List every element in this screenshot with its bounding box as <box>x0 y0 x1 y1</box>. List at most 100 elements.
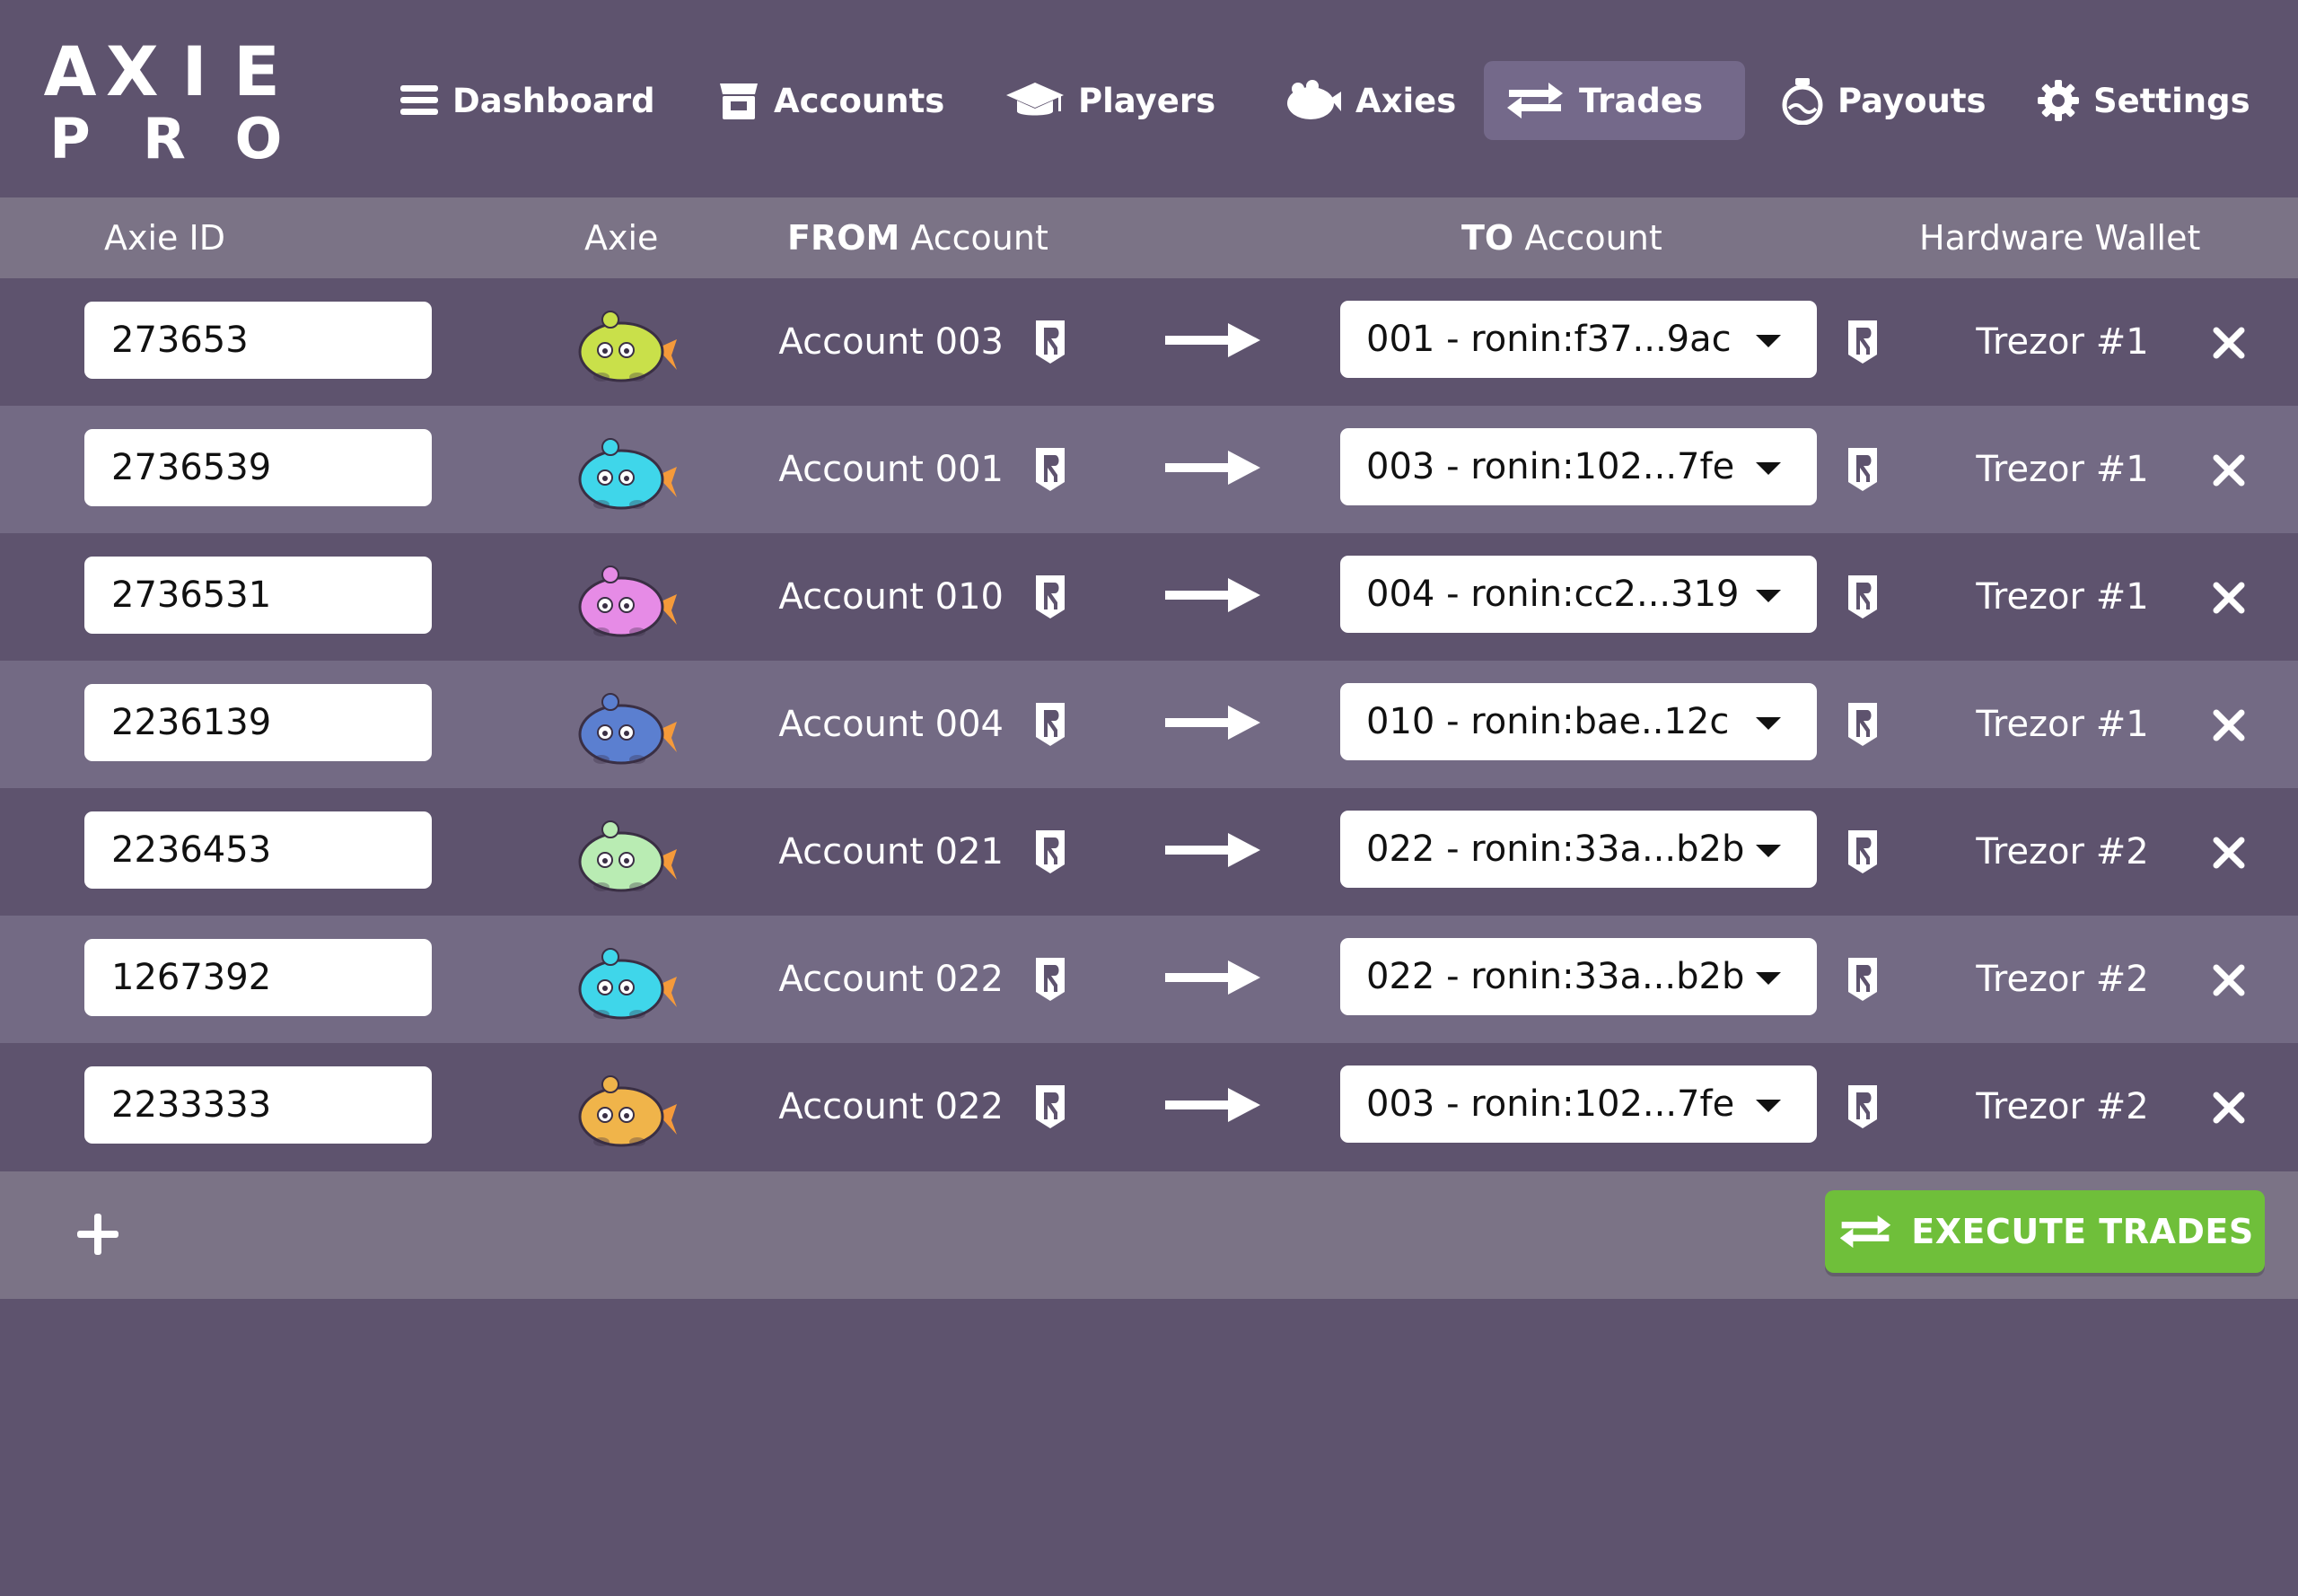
to-account-value: 010 - ronin:bae..12c <box>1366 701 1730 742</box>
to-account-select[interactable]: 022 - ronin:33a...b2b <box>1340 811 1817 888</box>
trade-row: 2236453 Account 021 022 - ronin:33a...b2… <box>0 788 2298 916</box>
close-icon[interactable] <box>2211 580 2247 616</box>
table-footer: EXECUTE TRADES <box>0 1171 2298 1299</box>
to-account-select[interactable]: 003 - ronin:102...7fe <box>1340 428 1817 505</box>
hardware-wallet-label: Trezor #1 <box>1976 576 2149 618</box>
close-icon[interactable] <box>2211 1090 2247 1126</box>
header-axie: Axie <box>584 218 659 258</box>
trade-row: 2233333 Account 022 003 - ronin:102...7f… <box>0 1043 2298 1171</box>
ronin-wallet-icon <box>1848 1085 1877 1128</box>
arrow-right-icon <box>1165 578 1260 612</box>
store-icon <box>720 83 758 119</box>
chevron-down-icon <box>1756 335 1781 347</box>
close-icon[interactable] <box>2211 835 2247 871</box>
menu-icon <box>400 85 438 115</box>
ronin-wallet-icon <box>1036 830 1065 873</box>
ronin-wallet-icon <box>1036 320 1065 364</box>
nav-settings[interactable]: Settings <box>2016 61 2270 140</box>
hardware-wallet-label: Trezor #1 <box>1976 449 2149 490</box>
from-account-label: Account 001 <box>778 449 1004 490</box>
trade-row: 2736531 Account 010 004 - ronin:cc2...31… <box>0 533 2298 661</box>
header-hardware-wallet: Hardware Wallet <box>1919 218 2201 258</box>
swap-arrows-icon <box>1507 83 1563 118</box>
axie-id-input[interactable]: 1267392 <box>84 939 432 1016</box>
logo-line-2: P R O <box>49 106 283 171</box>
to-account-select[interactable]: 004 - ronin:cc2...319 <box>1340 556 1817 633</box>
arrow-right-icon <box>1165 833 1260 867</box>
to-account-value: 001 - ronin:f37...9ac <box>1366 319 1732 360</box>
ronin-wallet-icon <box>1036 958 1065 1001</box>
to-account-select[interactable]: 003 - ronin:102...7fe <box>1340 1065 1817 1143</box>
to-account-select[interactable]: 001 - ronin:f37...9ac <box>1340 301 1817 378</box>
chevron-down-icon <box>1756 462 1781 475</box>
chevron-down-icon <box>1756 972 1781 985</box>
chevron-down-icon <box>1756 590 1781 602</box>
ronin-wallet-icon <box>1036 575 1065 618</box>
chevron-down-icon <box>1756 1100 1781 1112</box>
ronin-wallet-icon <box>1848 448 1877 491</box>
top-navigation: A X I E P R O Dashboard Accounts Players… <box>0 0 2298 197</box>
nav-payouts[interactable]: Payouts <box>1760 61 2006 140</box>
execute-trades-button[interactable]: EXECUTE TRADES <box>1825 1190 2265 1273</box>
hardware-wallet-label: Trezor #2 <box>1976 959 2149 1000</box>
close-icon[interactable] <box>2211 325 2247 361</box>
table-header: Axie ID Axie FROM Account TO Account Har… <box>0 197 2298 278</box>
axie-avatar <box>578 566 677 637</box>
axie-avatar <box>578 693 677 765</box>
trade-row: 273653 Account 003 001 - ronin:f37...9ac <box>0 278 2298 406</box>
nav-axies[interactable]: Axies <box>1264 61 1476 140</box>
chevron-down-icon <box>1756 717 1781 730</box>
ronin-wallet-icon <box>1848 830 1877 873</box>
header-axie-id: Axie ID <box>104 218 225 258</box>
to-account-value: 003 - ronin:102...7fe <box>1366 446 1735 487</box>
axie-id-input[interactable]: 2736539 <box>84 429 432 506</box>
axie-icon <box>1287 80 1341 119</box>
axie-id-input[interactable]: 2236453 <box>84 811 432 889</box>
ronin-wallet-icon <box>1848 575 1877 618</box>
axie-pro-logo[interactable]: A X I E P R O <box>43 38 285 167</box>
to-account-value: 022 - ronin:33a...b2b <box>1366 956 1745 997</box>
hardware-wallet-label: Trezor #1 <box>1976 321 2149 363</box>
axie-id-input[interactable]: 2233333 <box>84 1066 432 1144</box>
trade-row: 2236139 Account 004 010 - ronin:bae..12c <box>0 661 2298 788</box>
hardware-wallet-label: Trezor #1 <box>1976 704 2149 745</box>
swap-arrows-icon <box>1840 1215 1891 1249</box>
from-account-label: Account 010 <box>778 576 1004 618</box>
header-from-account: FROM Account <box>787 218 1048 258</box>
arrow-right-icon <box>1165 451 1260 485</box>
to-account-select[interactable]: 022 - ronin:33a...b2b <box>1340 938 1817 1015</box>
to-account-select[interactable]: 010 - ronin:bae..12c <box>1340 683 1817 760</box>
close-icon[interactable] <box>2211 452 2247 488</box>
from-account-label: Account 004 <box>778 704 1004 745</box>
axie-id-input[interactable]: 2736531 <box>84 557 432 634</box>
arrow-right-icon <box>1165 706 1260 740</box>
to-account-value: 022 - ronin:33a...b2b <box>1366 829 1745 870</box>
potion-icon <box>1782 78 1823 125</box>
ronin-wallet-icon <box>1848 958 1877 1001</box>
from-account-label: Account 021 <box>778 831 1004 873</box>
axie-avatar <box>578 948 677 1020</box>
close-icon[interactable] <box>2211 707 2247 743</box>
from-account-label: Account 022 <box>778 959 1004 1000</box>
ronin-wallet-icon <box>1848 703 1877 746</box>
header-to-account: TO Account <box>1461 218 1662 258</box>
from-account-label: Account 022 <box>778 1086 1004 1127</box>
arrow-right-icon <box>1165 1088 1260 1122</box>
arrow-right-icon <box>1165 323 1260 357</box>
nav-accounts[interactable]: Accounts <box>697 61 964 140</box>
nav-players[interactable]: Players <box>985 61 1235 140</box>
hardware-wallet-label: Trezor #2 <box>1976 1086 2149 1127</box>
axie-id-input[interactable]: 273653 <box>84 302 432 379</box>
trade-row: 2736539 Account 001 003 - ronin:102...7f… <box>0 406 2298 533</box>
plus-icon[interactable] <box>75 1212 120 1257</box>
chevron-down-icon <box>1756 845 1781 857</box>
arrow-right-icon <box>1165 960 1260 995</box>
ronin-wallet-icon <box>1036 1085 1065 1128</box>
nav-trades[interactable]: Trades <box>1484 61 1745 140</box>
axie-avatar <box>578 438 677 510</box>
nav-dashboard[interactable]: Dashboard <box>379 61 675 140</box>
close-icon[interactable] <box>2211 962 2247 998</box>
ronin-wallet-icon <box>1036 448 1065 491</box>
axie-id-input[interactable]: 2236139 <box>84 684 432 761</box>
from-account-label: Account 003 <box>778 321 1004 363</box>
